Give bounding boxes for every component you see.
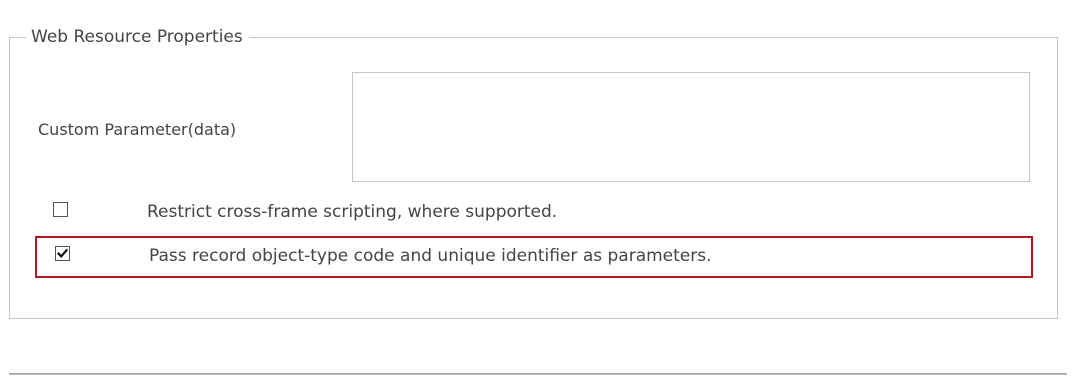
pass-record-params-option[interactable]: Pass record object-type code and unique …: [35, 236, 1033, 278]
restrict-cross-frame-label: Restrict cross-frame scripting, where su…: [147, 202, 558, 222]
group-title: Web Resource Properties: [26, 25, 249, 49]
custom-parameter-label: Custom Parameter(data): [38, 120, 237, 139]
pass-record-params-label: Pass record object-type code and unique …: [149, 246, 712, 266]
checkmark-icon: [57, 248, 68, 259]
restrict-cross-frame-checkbox[interactable]: [53, 202, 68, 217]
custom-parameter-input[interactable]: [352, 72, 1030, 182]
bottom-divider: [9, 373, 1067, 375]
restrict-cross-frame-option[interactable]: Restrict cross-frame scripting, where su…: [35, 192, 1033, 234]
pass-record-params-checkbox[interactable]: [55, 246, 70, 261]
